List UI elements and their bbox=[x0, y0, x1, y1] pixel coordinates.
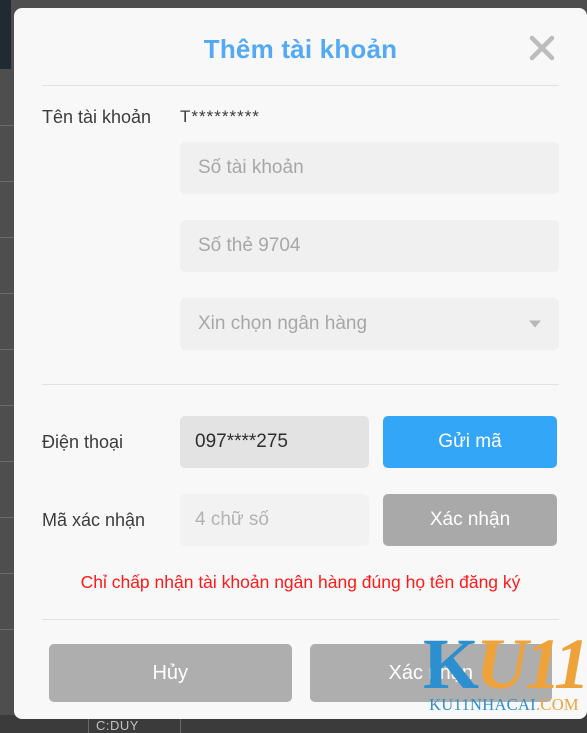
verification-code-input[interactable] bbox=[180, 494, 369, 546]
account-number-input[interactable] bbox=[180, 142, 559, 194]
verification-code-row: Mã xác nhận Xác nhận bbox=[14, 494, 587, 546]
account-name-value: T********* bbox=[180, 107, 260, 126]
cancel-button[interactable]: Hủy bbox=[49, 644, 292, 702]
modal-footer: Hủy Xác nhận bbox=[14, 620, 587, 702]
phone-input[interactable] bbox=[180, 416, 369, 468]
backdrop-bottom-label: C:DUY bbox=[96, 718, 139, 733]
bank-select-value: Xin chọn ngân hàng bbox=[198, 313, 368, 334]
send-code-button[interactable]: Gửi mã bbox=[383, 416, 557, 468]
middle-divider bbox=[42, 384, 559, 385]
account-inputs-stack: Xin chọn ngân hàng bbox=[14, 142, 587, 350]
chevron-down-icon bbox=[529, 320, 541, 328]
modal-header: Thêm tài khoản bbox=[14, 8, 587, 85]
close-icon[interactable] bbox=[524, 30, 560, 66]
account-name-row: Tên tài khoản T********* bbox=[14, 86, 587, 142]
warning-message: Chỉ chấp nhận tài khoản ngân hàng đúng h… bbox=[80, 572, 521, 592]
phone-label: Điện thoại bbox=[42, 431, 124, 452]
backdrop-navy-strip bbox=[0, 0, 11, 69]
card-number-input[interactable] bbox=[180, 220, 559, 272]
account-name-label: Tên tài khoản bbox=[42, 106, 152, 127]
verification-code-label: Mã xác nhận bbox=[42, 509, 146, 530]
phone-row: Điện thoại Gửi mã bbox=[14, 416, 587, 468]
bank-select-wrapper: Xin chọn ngân hàng bbox=[180, 298, 559, 350]
modal-body: Tên tài khoản T********* Xin chọn ngân h… bbox=[14, 86, 587, 702]
confirm-button[interactable]: Xác nhận bbox=[309, 644, 552, 702]
verify-button[interactable]: Xác nhận bbox=[383, 494, 557, 546]
add-account-modal: Thêm tài khoản Tên tài khoản T********* … bbox=[14, 8, 587, 719]
bank-select[interactable]: Xin chọn ngân hàng bbox=[180, 298, 559, 350]
page-title: Thêm tài khoản bbox=[203, 34, 398, 64]
